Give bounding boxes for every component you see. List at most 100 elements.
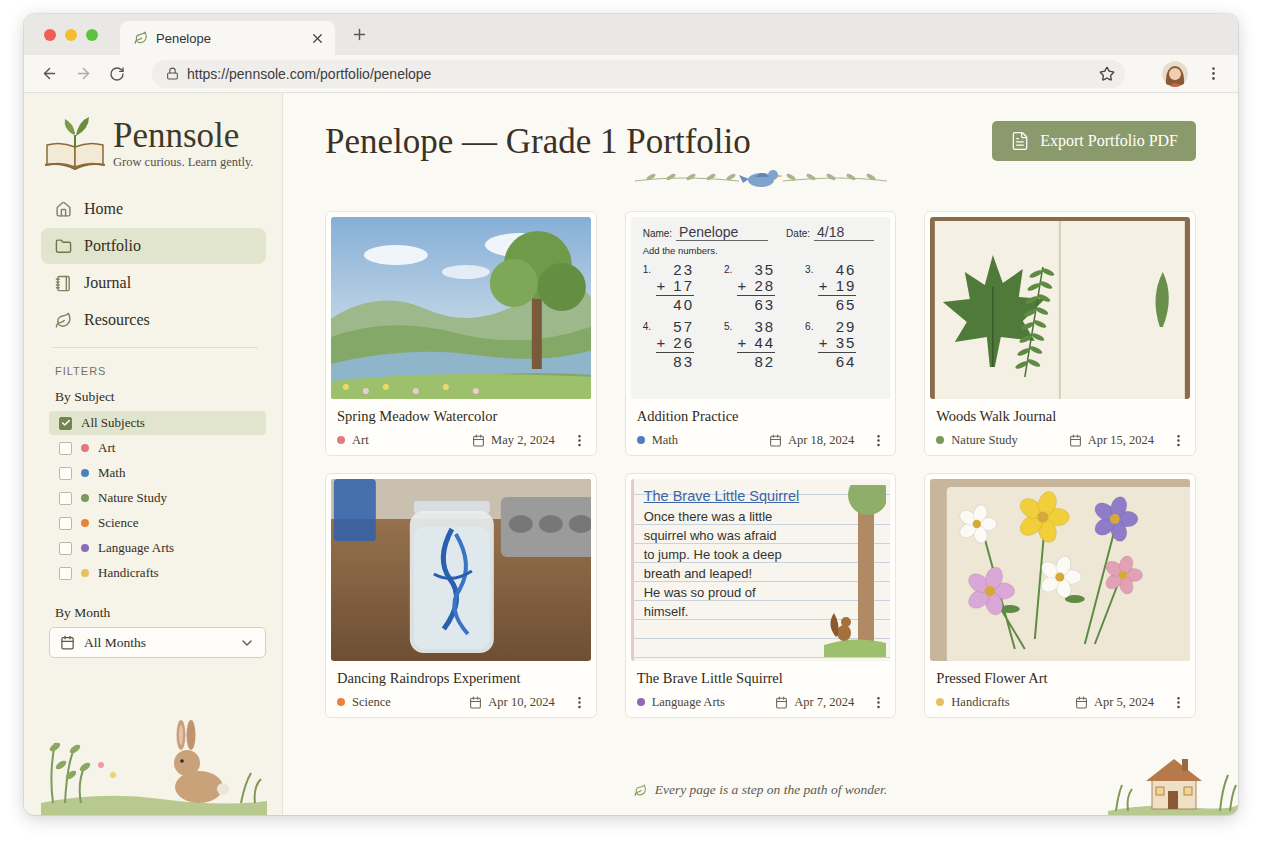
checkbox[interactable] [59, 492, 72, 505]
close-window-button[interactable] [44, 29, 56, 41]
filters-heading: FILTERS [55, 365, 266, 377]
kebab-icon [871, 695, 886, 710]
card-date-text: Apr 5, 2024 [1094, 695, 1154, 710]
worksheet-date: 4/18 [814, 224, 874, 241]
checkbox[interactable] [59, 542, 72, 555]
story-heading: The Brave Little Squirrel [644, 485, 825, 507]
logo[interactable]: PennsoleGrow curious. Learn gently. [41, 115, 266, 171]
subject-dot [637, 698, 645, 706]
url-field[interactable]: https://pennsole.com/portfolio/penelope [152, 60, 1125, 88]
browser-menu-button[interactable] [1205, 65, 1222, 82]
story-line: Once there was a little [644, 507, 825, 526]
card-meta: Language ArtsApr 7, 2024 [631, 687, 891, 717]
problem-stack: 38+ 4482 [737, 319, 775, 370]
subject-filter-item[interactable]: Art [49, 436, 266, 460]
calendar-icon [472, 434, 485, 447]
card-date-text: Apr 7, 2024 [794, 695, 854, 710]
card-menu-button[interactable] [1171, 695, 1186, 710]
card-menu-button[interactable] [1171, 433, 1186, 448]
page-header: Penelope — Grade 1 Portfolio Export Portf… [325, 117, 1196, 163]
checkbox[interactable] [59, 442, 72, 455]
calendar-icon [469, 696, 482, 709]
portfolio-card[interactable]: Pressed Flower ArtHandicraftsApr 5, 2024 [924, 473, 1196, 718]
card-menu-button[interactable] [572, 695, 587, 710]
card-menu-button[interactable] [572, 433, 587, 448]
kebab-icon [572, 695, 587, 710]
problem-bottom: + 44 [738, 335, 776, 351]
subject-filter-item[interactable]: Science [49, 511, 266, 535]
card-date: Apr 10, 2024 [469, 695, 554, 710]
sidebar-item-label: Home [84, 200, 123, 218]
month-filter-heading: By Month [55, 605, 266, 621]
problem-answer: 65 [818, 295, 856, 313]
portfolio-card[interactable]: Spring Meadow WatercolorArtMay 2, 2024 [325, 211, 597, 456]
page-title: Penelope — Grade 1 Portfolio [325, 121, 751, 163]
problem-bottom: + 28 [738, 278, 776, 294]
export-pdf-button[interactable]: Export Portfolio PDF [992, 121, 1196, 161]
addition-problem: 3.46+ 1965 [805, 262, 878, 313]
addition-problem: 4.57+ 2683 [643, 319, 716, 370]
card-thumbnail [331, 479, 591, 661]
forward-button[interactable] [75, 65, 92, 82]
checkbox[interactable] [59, 517, 72, 530]
problem-bottom: + 35 [819, 335, 857, 351]
minimize-window-button[interactable] [65, 29, 77, 41]
sidebar-item[interactable]: Home [41, 191, 266, 227]
checkbox[interactable] [59, 567, 72, 580]
month-dropdown[interactable]: All Months [49, 627, 266, 658]
kebab-icon [1171, 695, 1186, 710]
addition-problem: 6.29+ 3564 [805, 319, 878, 370]
problem-answer: 64 [818, 352, 856, 370]
nav-icon [55, 275, 72, 292]
problem-number: 3. [805, 262, 813, 313]
subject-filter-item[interactable]: Math [49, 461, 266, 485]
new-tab-button[interactable] [351, 26, 368, 43]
card-menu-button[interactable] [871, 433, 886, 448]
subject-filter-item[interactable]: Handicrafts [49, 561, 266, 585]
card-thumbnail [930, 217, 1190, 399]
back-button[interactable] [41, 65, 58, 82]
subject-filter-item[interactable]: All Subjects [49, 411, 266, 435]
card-date: Apr 18, 2024 [769, 433, 854, 448]
problem-top: 23 [673, 262, 694, 278]
subject-dot [81, 469, 89, 477]
card-subject: Nature Study [951, 433, 1017, 448]
footer-text: Every page is a step on the path of wond… [634, 782, 887, 815]
star-icon[interactable] [1099, 66, 1115, 82]
subject-dot [81, 494, 89, 502]
profile-avatar-icon[interactable] [1162, 61, 1188, 87]
subject-dot [81, 444, 89, 452]
month-dropdown-value: All Months [84, 635, 230, 651]
nav-icon [55, 312, 72, 329]
close-tab-icon[interactable] [310, 31, 325, 46]
problem-number: 2. [724, 262, 732, 313]
zoom-window-button[interactable] [86, 29, 98, 41]
subject-label: Handicrafts [98, 565, 159, 581]
reload-button[interactable] [109, 66, 125, 82]
portfolio-card[interactable]: Woods Walk JournalNature StudyApr 15, 20… [924, 211, 1196, 456]
sidebar: PennsoleGrow curious. Learn gently. Home P… [24, 93, 283, 815]
check-icon [61, 418, 71, 428]
sidebar-item[interactable]: Journal [41, 265, 266, 301]
card-date-text: Apr 15, 2024 [1088, 433, 1154, 448]
lock-icon [166, 67, 179, 80]
card-menu-button[interactable] [871, 695, 886, 710]
sidebar-item[interactable]: Portfolio [41, 228, 266, 264]
portfolio-card[interactable]: The Brave Little SquirrelOnce there was … [625, 473, 897, 718]
browser-tab[interactable]: Penelope [120, 21, 335, 55]
card-date: Apr 15, 2024 [1069, 433, 1154, 448]
portfolio-card[interactable]: Name:PenelopeDate:4/18Add the numbers.1.… [625, 211, 897, 456]
card-subject: Art [352, 433, 369, 448]
checkbox[interactable] [59, 417, 72, 430]
checkbox[interactable] [59, 467, 72, 480]
app-content: PennsoleGrow curious. Learn gently. Home P… [24, 93, 1238, 815]
kebab-icon [1171, 433, 1186, 448]
subject-filter-heading: By Subject [55, 389, 266, 405]
sidebar-item[interactable]: Resources [41, 302, 266, 338]
subject-dot [337, 436, 345, 444]
subject-filter-item[interactable]: Language Arts [49, 536, 266, 560]
subject-filter-item[interactable]: Nature Study [49, 486, 266, 510]
portfolio-card[interactable]: Dancing Raindrops ExperimentScienceApr 1… [325, 473, 597, 718]
tab-title: Penelope [156, 31, 302, 46]
card-meta: ScienceApr 10, 2024 [331, 687, 591, 717]
